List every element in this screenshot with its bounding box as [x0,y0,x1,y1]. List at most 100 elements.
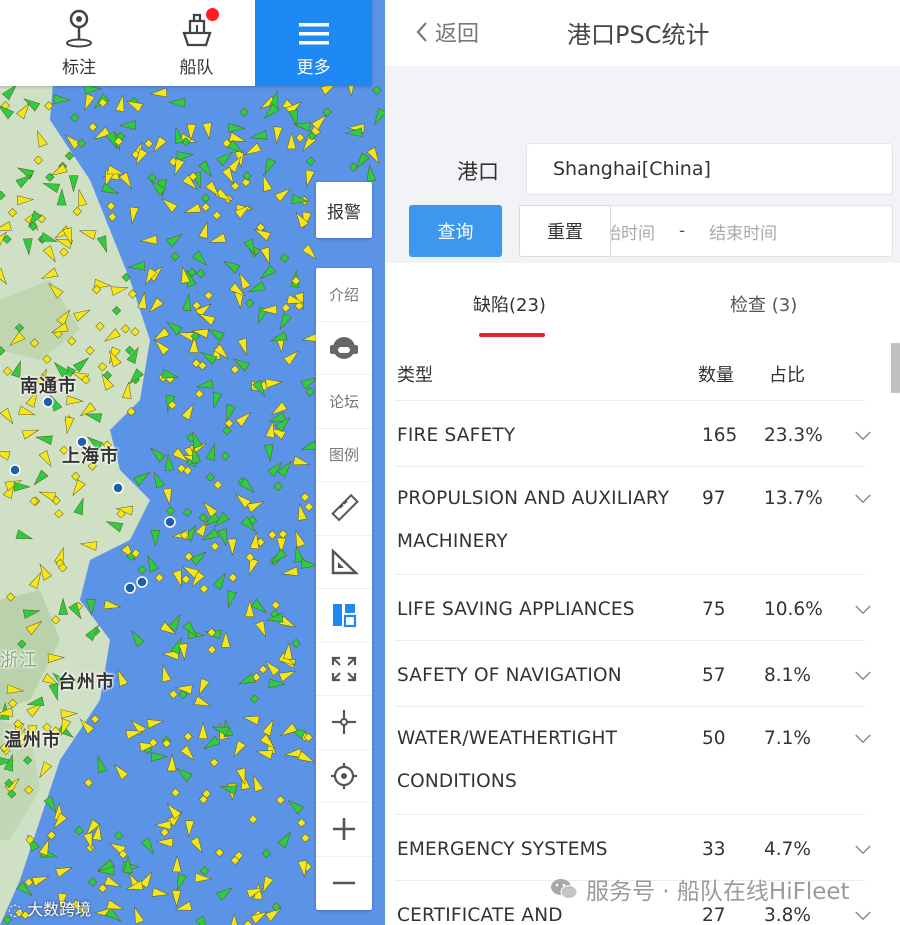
table-row[interactable]: PROPULSION AND AUXILIARY MACHINERY 97 13.7% [395,466,871,574]
ship-marker[interactable] [98,883,108,893]
ship-marker[interactable] [172,854,182,873]
ship-marker[interactable] [249,694,260,704]
ship-marker[interactable] [182,507,192,517]
ship-marker[interactable] [171,890,182,908]
ship-marker[interactable] [191,250,210,269]
ship-marker[interactable] [106,201,116,211]
ship-marker[interactable] [149,87,168,98]
ship-marker[interactable] [128,628,145,647]
ship-marker[interactable] [265,420,278,439]
ship-marker[interactable] [170,251,180,262]
ship-marker[interactable] [205,443,219,461]
ship-marker[interactable] [70,113,80,123]
ship-marker[interactable] [24,877,34,887]
ship-marker[interactable] [150,752,169,762]
ship-marker[interactable] [250,598,269,616]
ship-marker[interactable] [162,487,174,506]
table-row[interactable]: SAFETY OF NAVIGATION 57 8.1% [395,640,871,706]
ship-marker[interactable] [153,820,172,830]
ship-marker[interactable] [278,529,288,539]
ship-marker[interactable] [220,451,231,461]
end-date-input[interactable]: 结束时间 [709,219,777,244]
ship-marker[interactable] [179,744,197,763]
ship-marker[interactable] [261,848,271,859]
ship-marker[interactable] [88,122,98,132]
ship-marker[interactable] [297,750,316,766]
ship-marker[interactable] [260,246,273,265]
ship-marker[interactable] [103,875,122,891]
ship-marker[interactable] [265,378,283,389]
ship-marker[interactable] [154,573,164,583]
ship-marker[interactable] [132,148,149,167]
ship-marker[interactable] [248,814,258,824]
ship-marker[interactable] [216,149,235,167]
ship-marker[interactable] [371,107,385,126]
port-marker[interactable] [9,464,21,476]
ship-marker[interactable] [303,169,316,188]
ship-marker[interactable] [103,599,122,612]
ship-marker[interactable] [273,481,283,492]
ship-marker[interactable] [254,620,270,638]
ship-marker[interactable] [305,387,315,397]
ship-marker[interactable] [300,492,310,502]
ship-marker[interactable] [178,643,189,661]
support-button[interactable] [316,322,372,375]
ship-marker[interactable] [246,498,265,513]
ship-marker[interactable] [196,268,206,279]
ship-marker[interactable] [114,94,127,113]
chevron-down-icon[interactable] [855,602,871,618]
ship-marker[interactable] [200,193,211,203]
ship-marker[interactable] [176,150,195,161]
ship-marker[interactable] [228,123,246,133]
fleet-button[interactable]: 船队 [138,0,255,86]
ship-marker[interactable] [304,502,314,512]
ship-marker[interactable] [295,503,308,521]
ship-marker[interactable] [151,327,170,344]
ship-marker[interactable] [168,689,179,699]
table-row[interactable]: WATER/WEATHERTIGHT CONDITIONS 50 7.1% [395,706,871,814]
ship-marker[interactable] [114,668,129,687]
ship-marker[interactable] [155,837,174,848]
ship-marker[interactable] [144,139,154,149]
scrollbar[interactable] [891,343,900,393]
ship-marker[interactable] [184,820,195,838]
ship-marker[interactable] [150,470,166,489]
ship-marker[interactable] [271,600,281,610]
back-button[interactable]: 返回 [415,16,479,48]
ship-marker[interactable] [174,765,193,782]
port-marker[interactable] [136,576,148,588]
ship-marker[interactable] [55,863,74,878]
ship-marker[interactable] [208,232,227,246]
ship-marker[interactable] [206,325,225,342]
ship-map[interactable]: 南通市 上海市 台州市 温州市 浙江 ◌ 大数跨境 标注 船队 更多 报警 介绍… [0,0,385,925]
ship-marker[interactable] [295,133,305,143]
ship-marker[interactable] [224,418,234,428]
ship-marker[interactable] [243,142,262,159]
ship-marker[interactable] [228,573,238,583]
ship-marker[interactable] [150,530,161,548]
ship-marker[interactable] [258,664,268,674]
ship-marker[interactable] [114,831,124,841]
ship-marker[interactable] [181,574,191,584]
ship-marker[interactable] [50,812,68,831]
chevron-down-icon[interactable] [855,428,871,444]
ship-marker[interactable] [210,541,220,551]
ship-marker[interactable] [276,312,292,331]
tab-defects[interactable]: 缺陷(23) [473,291,546,317]
ship-marker[interactable] [279,722,298,739]
port-marker[interactable] [112,482,124,494]
ship-marker[interactable] [183,731,193,742]
ship-marker[interactable] [322,107,332,117]
ship-marker[interactable] [214,847,225,858]
tab-inspections[interactable]: 检查 (3) [730,291,797,317]
ship-marker[interactable] [301,244,319,262]
ship-marker[interactable] [151,887,170,899]
ship-marker[interactable] [181,293,193,312]
ship-marker[interactable] [148,445,166,463]
port-marker[interactable] [124,582,136,594]
ship-marker[interactable] [365,164,377,182]
ship-marker[interactable] [133,469,152,486]
ship-marker[interactable] [249,774,264,793]
ship-marker[interactable] [198,221,212,239]
ship-marker[interactable] [221,257,241,274]
